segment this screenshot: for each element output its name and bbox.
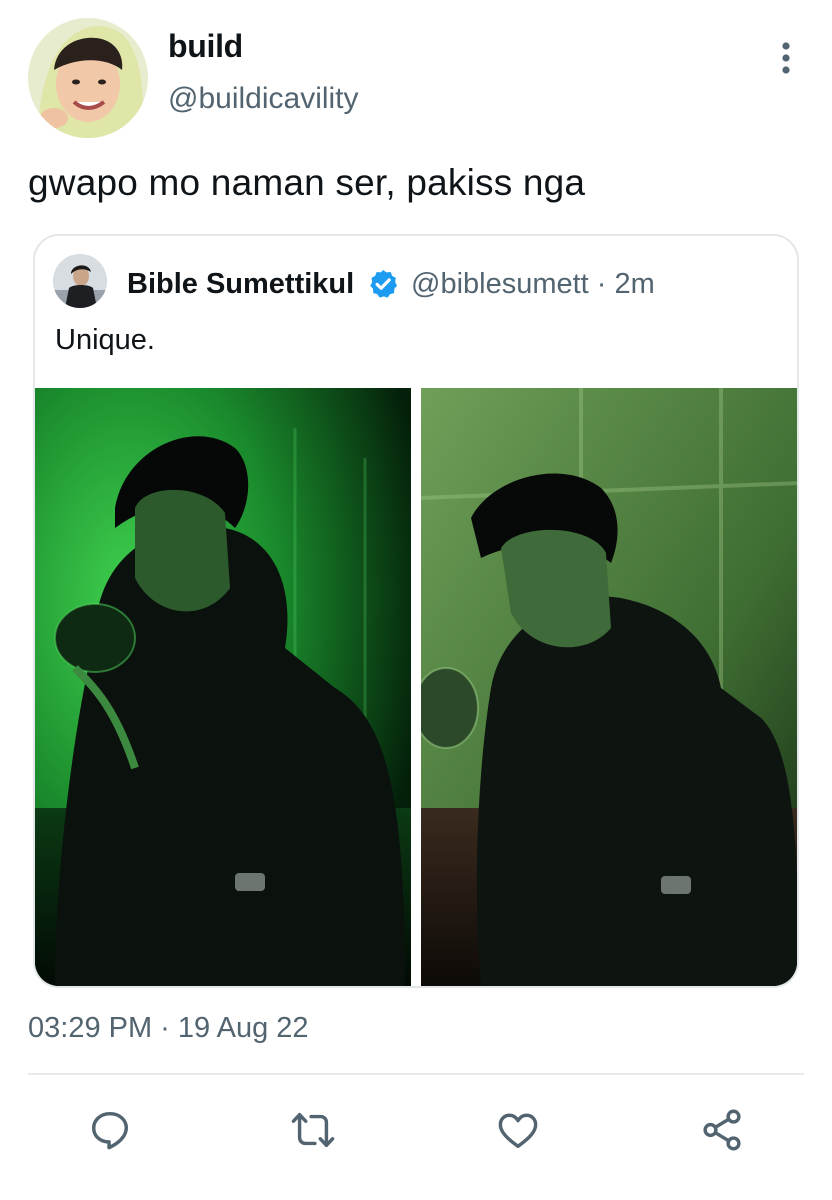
verified-badge-icon bbox=[367, 268, 399, 300]
like-icon[interactable] bbox=[488, 1100, 548, 1160]
reply-icon[interactable] bbox=[80, 1100, 140, 1160]
tweet-timestamp[interactable]: 03:29 PM · 19 Aug 22 bbox=[28, 1012, 309, 1045]
retweet-icon[interactable] bbox=[283, 1100, 343, 1160]
quoted-author-avatar[interactable] bbox=[53, 254, 107, 308]
more-vertical-icon[interactable] bbox=[768, 40, 804, 76]
quoted-author-name[interactable]: Bible Sumettikul bbox=[127, 268, 354, 301]
tweet-detail: build @buildicavility gwapo mo naman ser… bbox=[0, 0, 832, 1200]
author-name[interactable]: build bbox=[168, 28, 243, 65]
quoted-author-handle[interactable]: @biblesumett · 2m bbox=[411, 268, 655, 301]
tweet-header: build @buildicavility bbox=[28, 18, 804, 138]
quoted-tweet[interactable]: Bible Sumettikul @biblesumett · 2m Uniqu… bbox=[33, 234, 799, 988]
quoted-tweet-text: Unique. bbox=[55, 324, 155, 356]
action-bar bbox=[0, 1100, 832, 1160]
author-avatar[interactable] bbox=[28, 18, 148, 138]
quoted-photo-2[interactable] bbox=[421, 388, 797, 986]
share-icon[interactable] bbox=[692, 1100, 752, 1160]
author-handle[interactable]: @buildicavility bbox=[168, 82, 359, 116]
divider bbox=[28, 1073, 804, 1075]
tweet-text: gwapo mo naman ser, pakiss nga bbox=[28, 162, 586, 203]
quoted-photo-1[interactable] bbox=[35, 388, 411, 986]
